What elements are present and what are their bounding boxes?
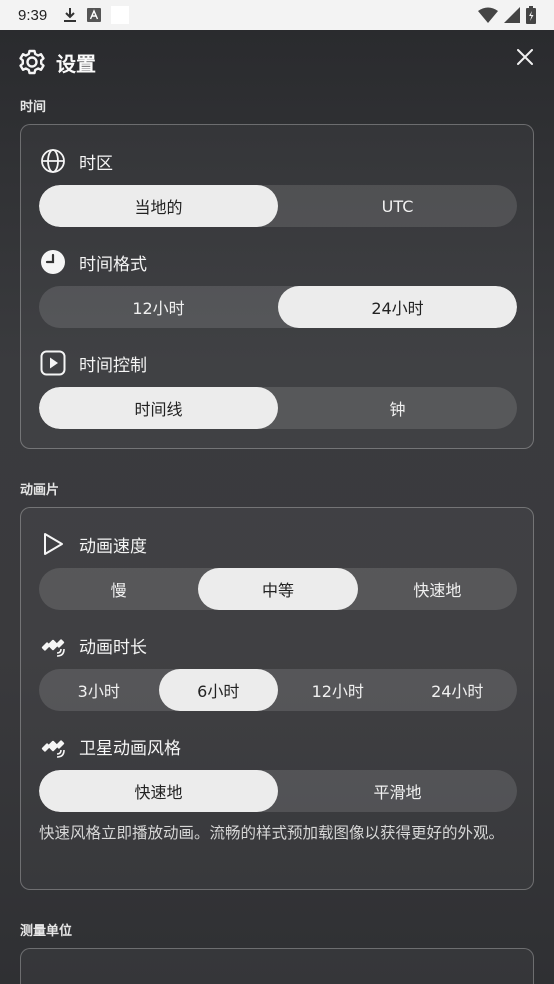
satellite-icon xyxy=(39,631,67,659)
close-button[interactable] xyxy=(512,44,538,70)
timezone-option-local[interactable]: 当地的 xyxy=(39,185,278,227)
animation-speed-segmented-control: 慢 中等 快速地 xyxy=(39,568,517,610)
time-control-segmented-control: 时间线 钟 xyxy=(39,387,517,429)
settings-panel: 设置 时间 时区 当地的 UTC 时间格式 12小时 24小时 时间控制 时间线… xyxy=(0,30,554,984)
timezone-label: 时区 xyxy=(79,153,113,174)
timezone-row-title: 时区 xyxy=(39,147,113,175)
time-card: 时区 当地的 UTC 时间格式 12小时 24小时 时间控制 时间线 钟 xyxy=(20,124,534,449)
time-control-option-clock[interactable]: 钟 xyxy=(278,387,517,429)
time-format-option-24h[interactable]: 24小时 xyxy=(278,286,517,328)
satellite-style-option-fast[interactable]: 快速地 xyxy=(39,770,278,812)
animation-duration-option-24h[interactable]: 24小时 xyxy=(398,669,518,711)
battery-icon xyxy=(526,6,536,24)
satellite-style-option-smooth[interactable]: 平滑地 xyxy=(278,770,517,812)
animation-duration-option-3h[interactable]: 3小时 xyxy=(39,669,159,711)
globe-icon xyxy=(39,147,67,175)
time-format-segmented-control: 12小时 24小时 xyxy=(39,286,517,328)
signal-icon xyxy=(504,7,520,23)
units-card xyxy=(20,948,534,984)
satellite-style-label: 卫星动画风格 xyxy=(79,738,181,759)
time-control-row-title: 时间控制 xyxy=(39,349,147,377)
wifi-icon xyxy=(478,7,498,23)
animation-card: 动画速度 慢 中等 快速地 动画时长 3小时 6小时 12小时 24小时 卫星动… xyxy=(20,507,534,890)
satellite-style-description: 快速风格立即播放动画。流畅的样式预加载图像以获得更好的外观。 xyxy=(39,824,505,842)
play-box-icon xyxy=(39,349,67,377)
timezone-option-utc[interactable]: UTC xyxy=(278,185,517,227)
section-label-units: 测量单位 xyxy=(20,924,73,939)
page-title: 设置 xyxy=(56,51,96,76)
close-icon xyxy=(517,49,533,65)
animation-duration-row-title: 动画时长 xyxy=(39,631,147,659)
animation-duration-label: 动画时长 xyxy=(79,637,147,658)
satellite-icon xyxy=(39,732,67,760)
animation-speed-option-fast[interactable]: 快速地 xyxy=(358,568,517,610)
clock-icon xyxy=(39,248,67,276)
status-bar: 9:39 xyxy=(0,0,554,30)
animation-speed-label: 动画速度 xyxy=(79,536,147,557)
satellite-style-segmented-control: 快速地 平滑地 xyxy=(39,770,517,812)
app-notification-icon xyxy=(87,8,102,22)
animation-duration-segmented-control: 3小时 6小时 12小时 24小时 xyxy=(39,669,517,711)
download-icon xyxy=(64,8,77,22)
time-control-option-timeline[interactable]: 时间线 xyxy=(39,387,278,429)
animation-duration-option-6h[interactable]: 6小时 xyxy=(158,669,278,711)
section-label-time: 时间 xyxy=(20,100,47,115)
satellite-style-row-title: 卫星动画风格 xyxy=(39,732,181,760)
blank-notification-icon xyxy=(111,6,130,24)
animation-speed-option-slow[interactable]: 慢 xyxy=(39,568,198,610)
play-icon xyxy=(39,530,67,558)
animation-speed-option-medium[interactable]: 中等 xyxy=(198,568,358,610)
time-format-option-12h[interactable]: 12小时 xyxy=(39,286,278,328)
settings-header: 设置 xyxy=(18,44,96,80)
gear-icon xyxy=(19,49,45,75)
timezone-segmented-control: 当地的 UTC xyxy=(39,185,517,227)
time-format-label: 时间格式 xyxy=(79,254,147,275)
animation-speed-row-title: 动画速度 xyxy=(39,530,147,558)
status-time: 9:39 xyxy=(18,6,48,24)
time-format-row-title: 时间格式 xyxy=(39,248,147,276)
time-control-label: 时间控制 xyxy=(79,355,147,376)
animation-duration-option-12h[interactable]: 12小时 xyxy=(278,669,398,711)
section-label-animation: 动画片 xyxy=(20,483,60,498)
